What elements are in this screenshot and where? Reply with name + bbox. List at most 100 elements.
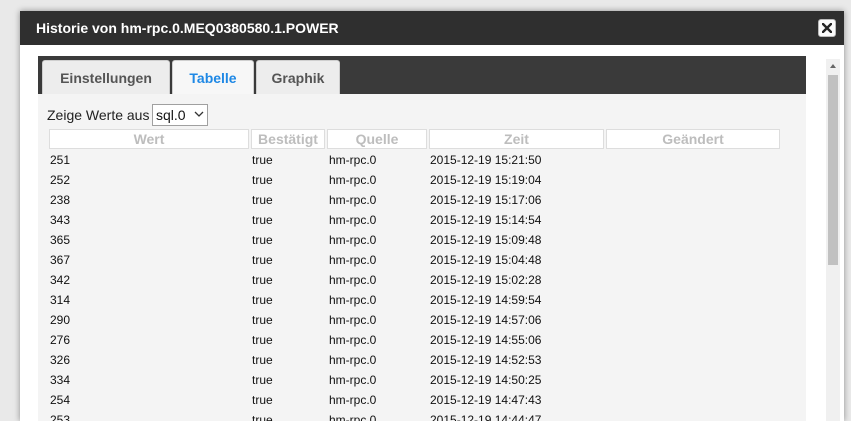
cell-quelle: hm-rpc.0 xyxy=(329,393,377,407)
table-row[interactable]: 254 true hm-rpc.0 2015-12-19 14:47:43 xyxy=(38,390,806,410)
cell-zeit: 2015-12-19 14:47:43 xyxy=(430,393,542,407)
cell-wert: 251 xyxy=(50,153,71,167)
cell-bestaetigt: true xyxy=(252,173,273,187)
cell-bestaetigt: true xyxy=(252,273,273,287)
column-header-label: Zeit xyxy=(504,131,529,147)
tab-bar: Einstellungen Tabelle Graphik xyxy=(38,56,806,94)
dialog-scrollbar[interactable] xyxy=(826,59,840,421)
cell-bestaetigt: true xyxy=(252,393,273,407)
cell-wert: 365 xyxy=(50,233,71,247)
cell-quelle: hm-rpc.0 xyxy=(329,313,377,327)
cell-wert: 253 xyxy=(50,413,71,421)
cell-wert: 367 xyxy=(50,253,71,267)
table-row[interactable]: 326 true hm-rpc.0 2015-12-19 14:52:53 xyxy=(38,350,806,370)
source-select-value: sql.0 xyxy=(156,107,186,123)
tab-einstellungen[interactable]: Einstellungen xyxy=(42,60,170,94)
column-header-label: Bestätigt xyxy=(258,131,318,147)
cell-zeit: 2015-12-19 15:02:28 xyxy=(430,273,542,287)
table-row[interactable]: 314 true hm-rpc.0 2015-12-19 14:59:54 xyxy=(38,290,806,310)
tab-label: Graphik xyxy=(271,69,325,86)
table-row[interactable]: 334 true hm-rpc.0 2015-12-19 14:50:25 xyxy=(38,370,806,390)
cell-bestaetigt: true xyxy=(252,253,273,267)
cell-quelle: hm-rpc.0 xyxy=(329,213,377,227)
cell-bestaetigt: true xyxy=(252,153,273,167)
cell-wert: 334 xyxy=(50,373,71,387)
table-row[interactable]: 290 true hm-rpc.0 2015-12-19 14:57:06 xyxy=(38,310,806,330)
cell-zeit: 2015-12-19 15:19:04 xyxy=(430,173,542,187)
table-row[interactable]: 343 true hm-rpc.0 2015-12-19 15:14:54 xyxy=(38,210,806,230)
cell-quelle: hm-rpc.0 xyxy=(329,273,377,287)
cell-wert: 326 xyxy=(50,353,71,367)
cell-bestaetigt: true xyxy=(252,293,273,307)
cell-zeit: 2015-12-19 14:52:53 xyxy=(430,353,542,367)
chevron-down-icon xyxy=(194,111,204,117)
column-header-geaendert[interactable]: Geändert xyxy=(606,129,780,149)
cell-bestaetigt: true xyxy=(252,353,273,367)
close-button[interactable] xyxy=(818,19,836,37)
cell-zeit: 2015-12-19 15:21:50 xyxy=(430,153,542,167)
scrollbar-thumb[interactable] xyxy=(828,75,838,265)
cell-bestaetigt: true xyxy=(252,213,273,227)
cell-quelle: hm-rpc.0 xyxy=(329,413,377,421)
cell-zeit: 2015-12-19 14:55:06 xyxy=(430,333,542,347)
tab-label: Tabelle xyxy=(189,69,237,86)
cell-zeit: 2015-12-19 14:50:25 xyxy=(430,373,542,387)
source-select[interactable]: sql.0 xyxy=(152,104,208,126)
source-selector-label: Zeige Werte aus xyxy=(47,107,150,123)
cell-wert: 252 xyxy=(50,173,71,187)
tab-label: Einstellungen xyxy=(60,69,152,86)
cell-quelle: hm-rpc.0 xyxy=(329,173,377,187)
cell-zeit: 2015-12-19 14:57:06 xyxy=(430,313,542,327)
cell-wert: 276 xyxy=(50,333,71,347)
cell-bestaetigt: true xyxy=(252,333,273,347)
cell-bestaetigt: true xyxy=(252,233,273,247)
table-row[interactable]: 367 true hm-rpc.0 2015-12-19 15:04:48 xyxy=(38,250,806,270)
table-row[interactable]: 342 true hm-rpc.0 2015-12-19 15:02:28 xyxy=(38,270,806,290)
cell-zeit: 2015-12-19 15:17:06 xyxy=(430,193,542,207)
table-panel: Zeige Werte aus sql.0 Wert Bestätigt Que… xyxy=(38,94,806,421)
cell-wert: 342 xyxy=(50,273,71,287)
column-header-label: Wert xyxy=(133,131,165,147)
table-row[interactable]: 276 true hm-rpc.0 2015-12-19 14:55:06 xyxy=(38,330,806,350)
tab-graphik[interactable]: Graphik xyxy=(256,60,340,94)
cell-wert: 238 xyxy=(50,193,71,207)
column-header-quelle[interactable]: Quelle xyxy=(327,129,427,149)
dialog-titlebar[interactable]: Historie von hm-rpc.0.MEQ0380580.1.POWER xyxy=(20,11,844,45)
cell-zeit: 2015-12-19 15:09:48 xyxy=(430,233,542,247)
cell-quelle: hm-rpc.0 xyxy=(329,153,377,167)
cell-zeit: 2015-12-19 15:14:54 xyxy=(430,213,542,227)
cell-quelle: hm-rpc.0 xyxy=(329,193,377,207)
cell-quelle: hm-rpc.0 xyxy=(329,233,377,247)
cell-quelle: hm-rpc.0 xyxy=(329,333,377,347)
scroll-up-arrow-icon[interactable] xyxy=(829,62,837,70)
close-icon xyxy=(822,23,832,33)
table-row[interactable]: 365 true hm-rpc.0 2015-12-19 15:09:48 xyxy=(38,230,806,250)
table-body: 251 true hm-rpc.0 2015-12-19 15:21:50 252 tru… xyxy=(38,150,806,421)
cell-wert: 343 xyxy=(50,213,71,227)
table-row[interactable]: 251 true hm-rpc.0 2015-12-19 15:21:50 xyxy=(38,150,806,170)
table-row[interactable]: 252 true hm-rpc.0 2015-12-19 15:19:04 xyxy=(38,170,806,190)
cell-bestaetigt: true xyxy=(252,193,273,207)
column-header-wert[interactable]: Wert xyxy=(49,129,249,149)
cell-quelle: hm-rpc.0 xyxy=(329,373,377,387)
cell-quelle: hm-rpc.0 xyxy=(329,253,377,267)
column-header-zeit[interactable]: Zeit xyxy=(429,129,604,149)
cell-wert: 290 xyxy=(50,313,71,327)
cell-zeit: 2015-12-19 14:59:54 xyxy=(430,293,542,307)
cell-zeit: 2015-12-19 15:04:48 xyxy=(430,253,542,267)
dialog-title: Historie von hm-rpc.0.MEQ0380580.1.POWER xyxy=(36,20,339,36)
cell-bestaetigt: true xyxy=(252,373,273,387)
cell-wert: 314 xyxy=(50,293,71,307)
column-header-label: Quelle xyxy=(355,131,399,147)
column-header-label: Geändert xyxy=(662,131,724,147)
cell-zeit: 2015-12-19 14:44:47 xyxy=(430,413,542,421)
cell-quelle: hm-rpc.0 xyxy=(329,293,377,307)
table-row[interactable]: 238 true hm-rpc.0 2015-12-19 15:17:06 xyxy=(38,190,806,210)
cell-quelle: hm-rpc.0 xyxy=(329,353,377,367)
column-header-bestaetigt[interactable]: Bestätigt xyxy=(251,129,325,149)
tab-tabelle[interactable]: Tabelle xyxy=(172,60,254,94)
cell-bestaetigt: true xyxy=(252,413,273,421)
history-dialog: Historie von hm-rpc.0.MEQ0380580.1.POWER… xyxy=(20,11,844,421)
table-row[interactable]: 253 true hm-rpc.0 2015-12-19 14:44:47 xyxy=(38,410,806,421)
cell-bestaetigt: true xyxy=(252,313,273,327)
